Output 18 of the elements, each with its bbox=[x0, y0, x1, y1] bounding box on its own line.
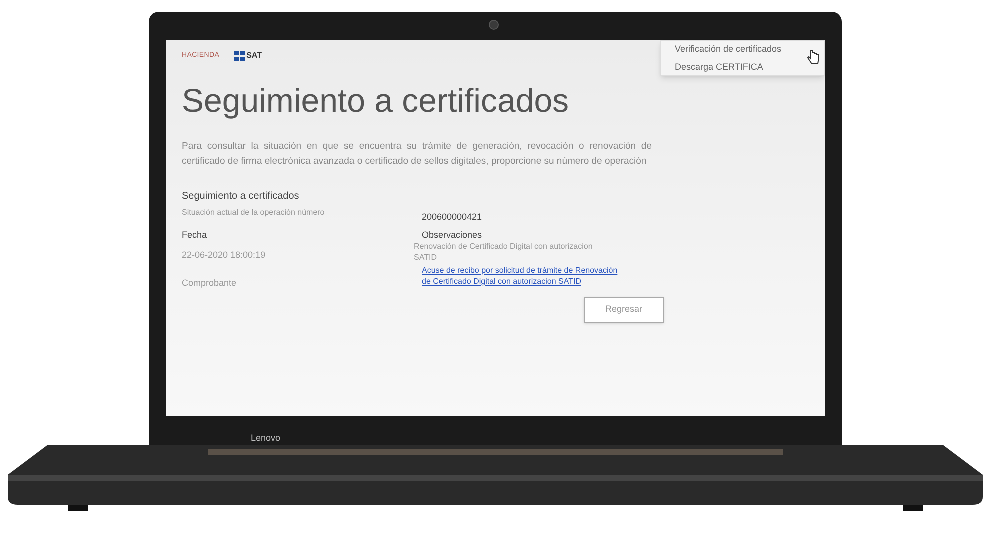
acuse-link[interactable]: Acuse de recibo por solicitud de trámite de Renovación de Certificado Digital con autorizacion SATID bbox=[422, 265, 627, 289]
sat-logo-icon bbox=[234, 51, 245, 61]
menu-item[interactable]: Descarga CERTIFICA bbox=[675, 61, 810, 73]
operation-number: 200600000421 bbox=[422, 211, 484, 223]
webcam-icon bbox=[489, 20, 499, 30]
section-heading: Seguimiento a certificados bbox=[182, 191, 300, 203]
sat-logo: SAT bbox=[246, 50, 262, 62]
back-button[interactable]: Regresar bbox=[584, 297, 664, 323]
comprobante-label: Comprobante bbox=[182, 277, 238, 289]
fecha-label: Fecha bbox=[182, 229, 208, 241]
page-title: Seguimiento a certificados bbox=[182, 84, 570, 117]
laptop-brand: Lenovo bbox=[251, 432, 282, 444]
hand-cursor-icon bbox=[807, 50, 821, 66]
intro-paragraph: Para consultar la situación en que se encuentra su trámite de generación, revocación o renovación de certificado de firma electrónica avanzada o certificado de sellos digitales, proporcione su número de operación bbox=[182, 140, 652, 169]
observaciones-label: Observaciones bbox=[422, 229, 484, 241]
menu-item[interactable]: Verificación de certificados bbox=[675, 43, 810, 55]
operation-label: Situación actual de la operación número bbox=[182, 207, 326, 219]
observacion-text: Renovación de Certificado Digital con autorizacion SATID bbox=[414, 241, 594, 263]
